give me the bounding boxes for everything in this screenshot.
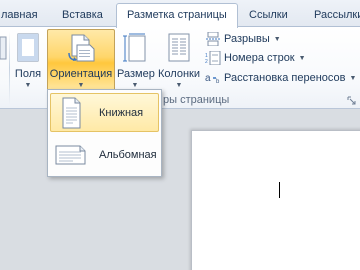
document-page[interactable]: [191, 130, 360, 270]
breaks-dropdown-arrow: ▼: [273, 35, 281, 43]
columns-button[interactable]: Колонки ▼: [155, 29, 203, 97]
columns-label: Колонки: [158, 68, 200, 80]
breaks-icon: [206, 32, 220, 46]
line-numbers-icon: 1 2: [205, 51, 221, 65]
tab-references[interactable]: Ссылки: [245, 4, 292, 27]
tab-mailings[interactable]: Рассылки: [310, 4, 360, 27]
orientation-dropdown-arrow: ▼: [77, 82, 85, 89]
page-setup-group-label: ры страницы: [163, 94, 230, 106]
ribbon-tab-strip: лавная Вставка Разметка страницы Ссылки …: [0, 0, 360, 28]
tab-insert[interactable]: Вставка: [58, 4, 107, 27]
hyphenation-icon: a b: [205, 73, 220, 85]
tab-home[interactable]: лавная: [0, 4, 42, 27]
portrait-page-icon: [51, 95, 91, 131]
margins-button[interactable]: Поля ▼: [11, 29, 45, 97]
svg-text:b: b: [216, 79, 220, 85]
orientation-button[interactable]: Ориентация ▼: [47, 29, 115, 91]
margins-dropdown-arrow: ▼: [24, 82, 32, 89]
menu-item-portrait[interactable]: Книжная: [50, 93, 159, 132]
themes-button[interactable]: [0, 29, 8, 97]
size-dropdown-arrow: ▼: [131, 82, 139, 89]
size-button[interactable]: Размер ▼: [116, 29, 155, 97]
dialog-launcher-icon[interactable]: [347, 96, 356, 105]
landscape-page-icon: [51, 137, 91, 173]
line-numbers-button[interactable]: 1 2 Номера строк ▼: [205, 49, 306, 67]
hyphenation-button[interactable]: a b Расстановка переносов ▼: [205, 69, 356, 87]
columns-dropdown-arrow: ▼: [175, 82, 183, 89]
line-numbers-dropdown-arrow: ▼: [298, 54, 306, 62]
orientation-menu: Книжная Альбомная: [47, 89, 162, 177]
landscape-label: Альбомная: [99, 148, 157, 161]
svg-text:a: a: [205, 73, 211, 84]
orientation-label: Ориентация: [49, 68, 113, 80]
svg-text:2: 2: [205, 59, 208, 65]
line-numbers-label: Номера строк: [224, 52, 295, 64]
columns-icon: [168, 33, 190, 62]
margins-label: Поля: [14, 68, 42, 80]
text-cursor: [279, 182, 280, 198]
hyphenation-dropdown-arrow: ▼: [349, 74, 357, 82]
size-label: Размер: [117, 68, 155, 80]
breaks-button[interactable]: Разрывы ▼: [205, 30, 281, 48]
portrait-label: Книжная: [99, 106, 144, 119]
orientation-icon: [68, 34, 95, 62]
tab-page-layout[interactable]: Разметка страницы: [116, 3, 238, 28]
themes-icon: [0, 36, 7, 60]
page-size-icon: [123, 33, 146, 62]
margins-icon: [17, 33, 39, 62]
hyphenation-label: Расстановка переносов: [224, 72, 346, 84]
group-separator: [9, 31, 10, 105]
menu-item-landscape[interactable]: Альбомная: [50, 135, 159, 174]
breaks-label: Разрывы: [224, 33, 270, 45]
